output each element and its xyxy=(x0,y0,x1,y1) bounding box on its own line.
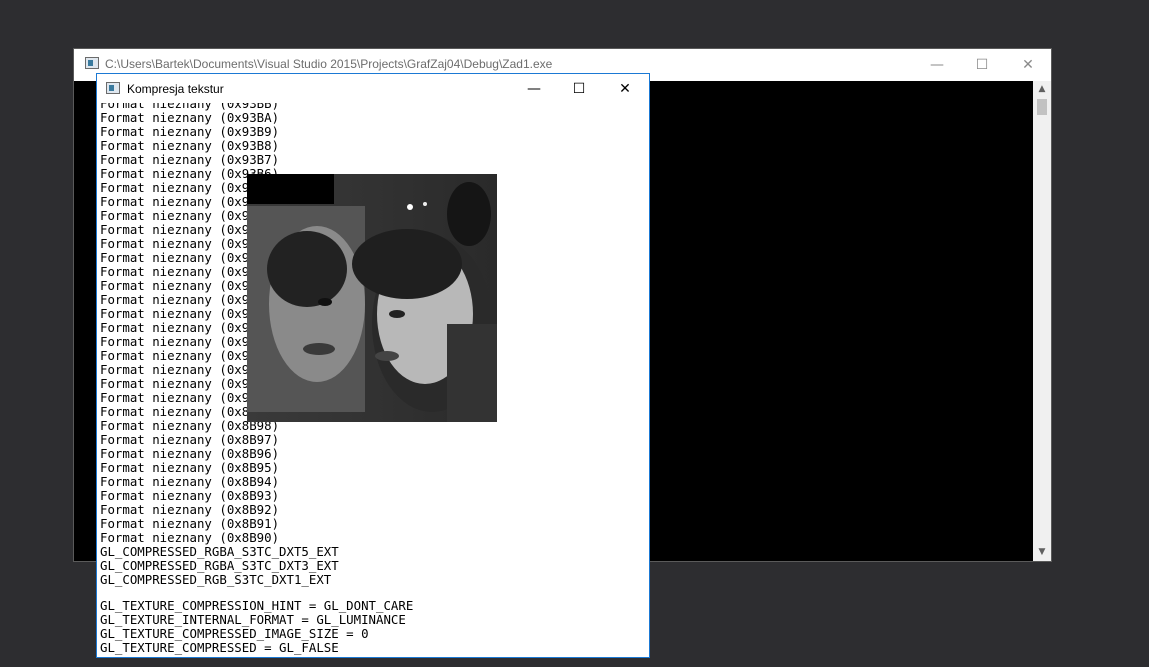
output-line: Format nieznany (0x93B8) xyxy=(100,138,280,153)
console-minimize-button[interactable]: — xyxy=(914,49,960,80)
output-line: GL_TEXTURE_INTERNAL_FORMAT = GL_LUMINANC… xyxy=(100,612,406,627)
output-line: Format nieznany (0x8B90) xyxy=(100,530,280,545)
output-line: Format nieznany (0x8B94) xyxy=(100,474,280,489)
console-window-title: C:\Users\Bartek\Documents\Visual Studio … xyxy=(105,57,553,71)
output-line: GL_COMPRESSED_RGBA_S3TC_DXT5_EXT xyxy=(100,544,339,559)
scroll-up-arrow-icon[interactable]: ▲ xyxy=(1033,81,1051,97)
gl-window[interactable]: Kompresja tekstur — ☐ ✕ Format nieznany … xyxy=(97,74,649,657)
gl-window-title: Kompresja tekstur xyxy=(127,82,224,96)
output-line: Format nieznany (0x93BA) xyxy=(100,110,280,125)
gl-maximize-button[interactable]: ☐ xyxy=(556,74,602,103)
output-line: GL_COMPRESSED_RGBA_S3TC_DXT3_EXT xyxy=(100,558,339,573)
output-line: Format nieznany (0x8B93) xyxy=(100,488,280,503)
output-line: Format nieznany (0x8B97) xyxy=(100,432,280,447)
gl-render-area[interactable]: Format nieznany (0x93BB) Format nieznany … xyxy=(97,103,649,657)
gl-app-icon xyxy=(106,82,120,94)
console-close-button[interactable]: ✕ xyxy=(1005,49,1051,80)
gl-minimize-button[interactable]: — xyxy=(511,74,557,103)
output-line: Format nieznany (0x93B7) xyxy=(100,152,280,167)
output-line: Format nieznany (0x8B95) xyxy=(100,460,280,475)
gl-close-button[interactable]: ✕ xyxy=(602,74,648,103)
output-line: GL_TEXTURE_COMPRESSED_IMAGE_SIZE = 0 xyxy=(100,626,369,641)
console-app-icon xyxy=(85,57,99,69)
output-line: Format nieznany (0x93B9) xyxy=(100,124,280,139)
output-line: GL_COMPRESSED_RGB_S3TC_DXT1_EXT xyxy=(100,572,332,587)
console-scrollbar[interactable]: ▲ ▼ xyxy=(1033,81,1051,561)
output-line: Format nieznany (0x8B91) xyxy=(100,516,280,531)
scroll-down-arrow-icon[interactable]: ▼ xyxy=(1033,544,1051,560)
output-line: Format nieznany (0x8B92) xyxy=(100,502,280,517)
console-maximize-button[interactable]: ☐ xyxy=(959,49,1005,80)
scrollbar-thumb[interactable] xyxy=(1037,99,1047,115)
grayscale-photo-icon xyxy=(247,174,497,422)
output-line: GL_TEXTURE_COMPRESSION_HINT = GL_DONT_CA… xyxy=(100,598,414,613)
gl-titlebar[interactable]: Kompresja tekstur — ☐ ✕ xyxy=(97,74,649,103)
texture-image xyxy=(247,174,497,422)
output-line: GL_TEXTURE_COMPRESSED = GL_FALSE xyxy=(100,640,339,655)
output-line: Format nieznany (0x8B96) xyxy=(100,446,280,461)
